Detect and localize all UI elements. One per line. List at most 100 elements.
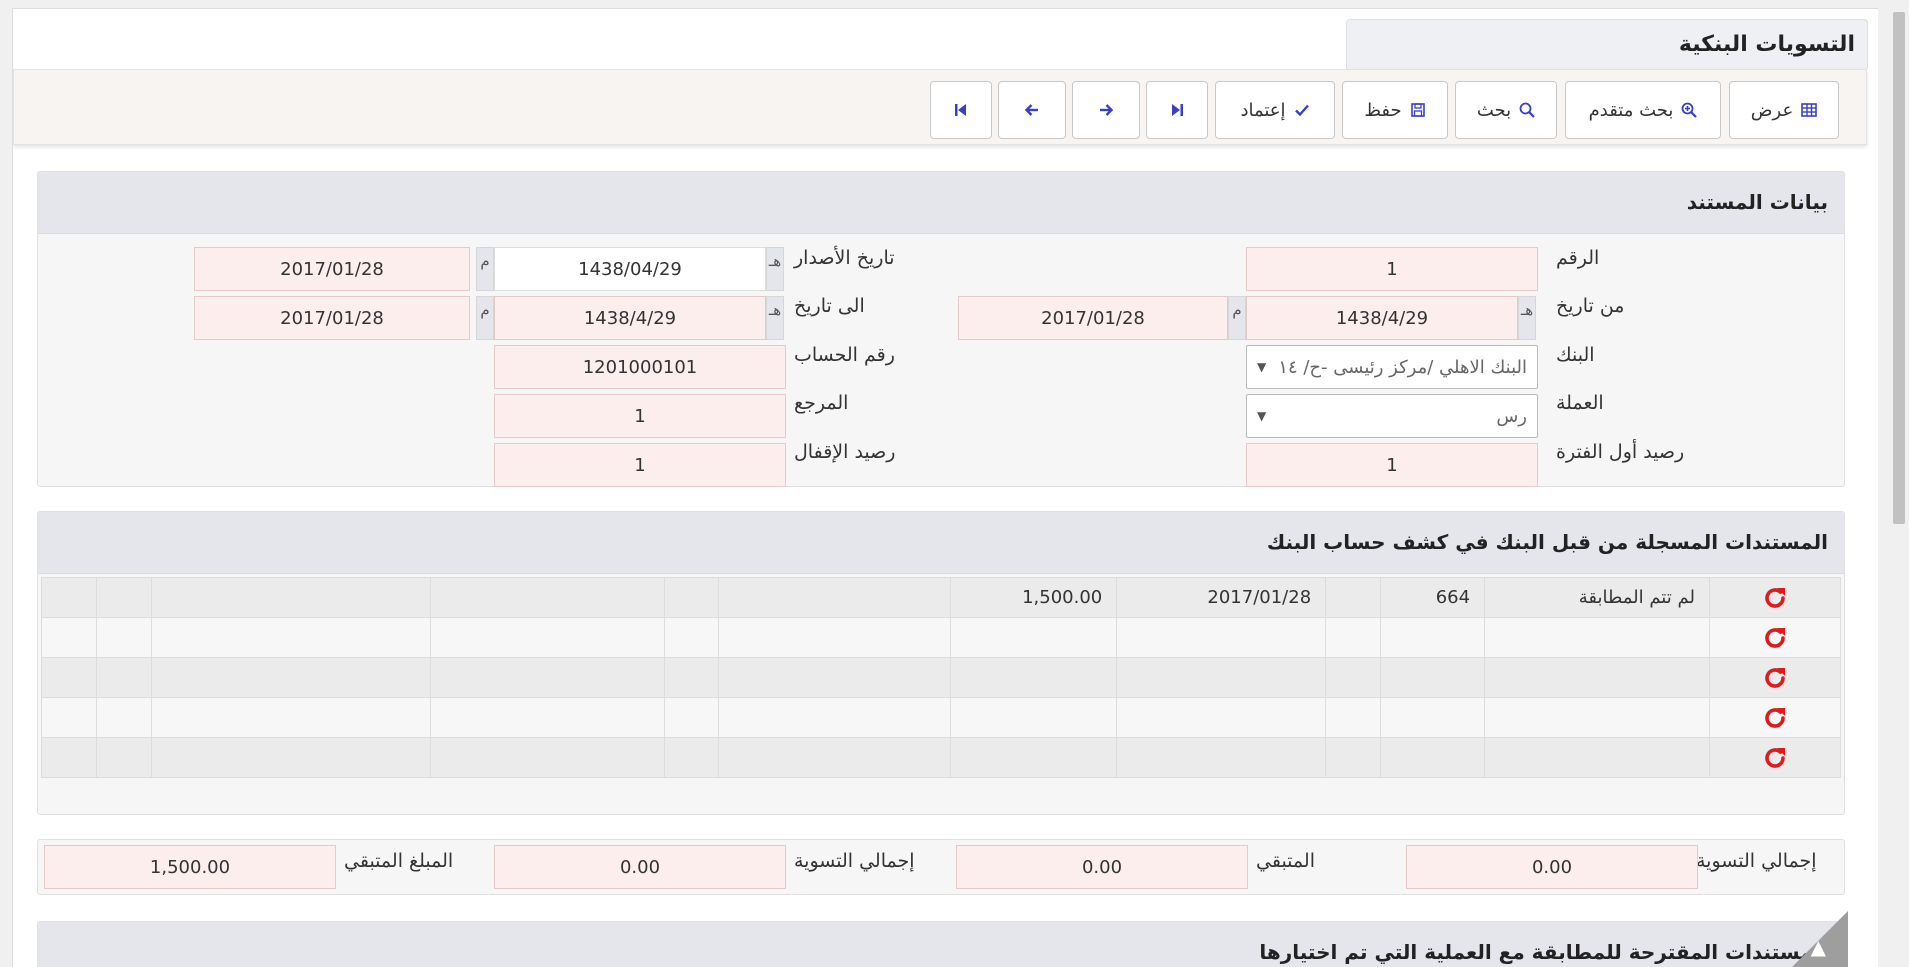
closing-balance-field[interactable]: 1: [494, 443, 786, 487]
date-cell: [1116, 617, 1327, 658]
page-title-tab[interactable]: التسويات البنكية: [1346, 19, 1868, 69]
empty-cell: [663, 617, 720, 658]
bank-docs-panel: المستندات المسجلة من قبل البنك في كشف حس…: [37, 511, 1845, 815]
empty-cell: [1325, 737, 1382, 778]
suggested-docs-title: المستندات المقترحة للمطابقة مع العملية ا…: [38, 922, 1844, 967]
save-button[interactable]: حفظ: [1342, 81, 1448, 139]
remaining-field[interactable]: 0.00: [956, 845, 1248, 889]
empty-cell: [663, 737, 720, 778]
step-forward-icon: [1172, 104, 1183, 116]
refresh-icon[interactable]: [1762, 665, 1788, 691]
empty-cell: [663, 577, 720, 618]
account-number-field[interactable]: 1201000101: [494, 345, 786, 389]
empty-cell: [718, 657, 952, 698]
empty-cell: [41, 617, 97, 658]
number-cell: [1380, 657, 1486, 698]
amount-cell: [950, 697, 1118, 738]
search-button[interactable]: بحث: [1455, 81, 1557, 139]
to-date-label: الى تاريخ: [794, 295, 865, 317]
empty-cell: [41, 577, 97, 618]
empty-cell: [150, 737, 431, 778]
advanced-search-button[interactable]: بحث متقدم: [1565, 81, 1721, 139]
previous-record-button[interactable]: [998, 81, 1066, 139]
table-row[interactable]: [41, 697, 1842, 738]
suggested-docs-panel: المستندات المقترحة للمطابقة مع العملية ا…: [37, 921, 1845, 967]
empty-cell: [429, 697, 665, 738]
remaining-amount-field[interactable]: 1,500.00: [44, 845, 336, 889]
empty-cell: [429, 617, 665, 658]
table-row[interactable]: [41, 617, 1842, 658]
remaining-amount-label: المبلغ المتبقي: [344, 850, 454, 872]
caret-down-icon: ▼: [1257, 360, 1267, 374]
greg-suffix: م: [476, 247, 494, 291]
empty-cell: [1325, 617, 1382, 658]
date-cell: [1116, 657, 1327, 698]
empty-cell: [718, 697, 952, 738]
empty-cell: [718, 737, 952, 778]
refresh-icon[interactable]: [1762, 585, 1788, 611]
number-cell: [1380, 697, 1486, 738]
toolbar: عرض بحث متقدم بحث حفظ إعتماد: [13, 69, 1867, 145]
status-cell: [1484, 737, 1710, 778]
next-record-button[interactable]: [1072, 81, 1140, 139]
refresh-icon[interactable]: [1762, 745, 1788, 771]
refresh-cell: [1708, 657, 1842, 698]
empty-cell: [95, 577, 152, 618]
empty-cell: [429, 737, 665, 778]
table-row[interactable]: 1,500.00 2017/01/28 664 لم تتم المطابقة: [41, 577, 1842, 618]
check-icon: [1294, 104, 1309, 117]
empty-cell: [150, 657, 431, 698]
account-number-label: رقم الحساب: [794, 344, 895, 366]
to-date-hijri-field[interactable]: 1438/4/29: [494, 296, 766, 340]
page-title: التسويات البنكية: [1678, 32, 1855, 57]
table-row[interactable]: [41, 657, 1842, 698]
currency-label: العملة: [1556, 392, 1604, 414]
number-field[interactable]: 1: [1246, 247, 1538, 291]
issue-date-greg-field[interactable]: 2017/01/28: [194, 247, 470, 291]
scrollbar-thumb[interactable]: [1893, 12, 1905, 524]
settlement-total-2-field[interactable]: 0.00: [494, 845, 786, 889]
empty-cell: [663, 657, 720, 698]
from-date-greg-field[interactable]: 2017/01/28: [958, 296, 1228, 340]
number-cell: 664: [1380, 577, 1486, 618]
refresh-cell: [1708, 617, 1842, 658]
refresh-icon[interactable]: [1762, 625, 1788, 651]
approve-button[interactable]: إعتماد: [1215, 81, 1335, 139]
empty-cell: [150, 617, 431, 658]
search-icon: [1519, 102, 1535, 118]
bank-select[interactable]: البنك الاهلي /مركز رئيسى -ح/ ١٤ ▼: [1246, 345, 1538, 389]
view-button[interactable]: عرض: [1729, 81, 1839, 139]
refresh-icon[interactable]: [1762, 705, 1788, 731]
main-frame: التسويات البنكية عرض بحث متقدم بحث حفظ إ…: [12, 8, 1878, 967]
to-date-greg-field[interactable]: 2017/01/28: [194, 296, 470, 340]
settlement-total-2-label: إجمالي التسوية: [794, 850, 915, 872]
caret-down-icon: ▼: [1257, 409, 1267, 423]
issue-date-hijri-field[interactable]: 1438/04/29: [494, 247, 766, 291]
arrow-left-icon: [1024, 104, 1038, 116]
first-record-button[interactable]: [930, 81, 992, 139]
bank-docs-title: المستندات المسجلة من قبل البنك في كشف حس…: [38, 512, 1844, 574]
amount-cell: 1,500.00: [950, 577, 1118, 618]
hijri-suffix: هـ: [1518, 296, 1536, 340]
last-record-button[interactable]: [1146, 81, 1208, 139]
remaining-label: المتبقي: [1256, 850, 1315, 872]
arrow-right-icon: [1100, 104, 1114, 116]
table-row[interactable]: [41, 737, 1842, 778]
bank-label: البنك: [1556, 344, 1595, 366]
empty-cell: [1325, 657, 1382, 698]
bank-docs-table: 1,500.00 2017/01/28 664 لم تتم المطابقة: [41, 577, 1842, 778]
vertical-scrollbar[interactable]: [1889, 0, 1909, 967]
chevron-up-icon: ▲: [1810, 935, 1826, 959]
empty-cell: [95, 657, 152, 698]
status-cell: [1484, 617, 1710, 658]
reference-field[interactable]: 1: [494, 394, 786, 438]
from-date-hijri-field[interactable]: 1438/4/29: [1246, 296, 1518, 340]
number-label: الرقم: [1556, 247, 1600, 269]
closing-balance-label: رصيد الإقفال: [794, 441, 896, 463]
empty-cell: [1325, 577, 1382, 618]
settlement-total-field[interactable]: 0.00: [1406, 845, 1698, 889]
currency-select[interactable]: رس ▼: [1246, 394, 1538, 438]
opening-balance-label: رصيد أول الفترة: [1556, 441, 1685, 463]
opening-balance-field[interactable]: 1: [1246, 443, 1538, 487]
refresh-cell: [1708, 697, 1842, 738]
